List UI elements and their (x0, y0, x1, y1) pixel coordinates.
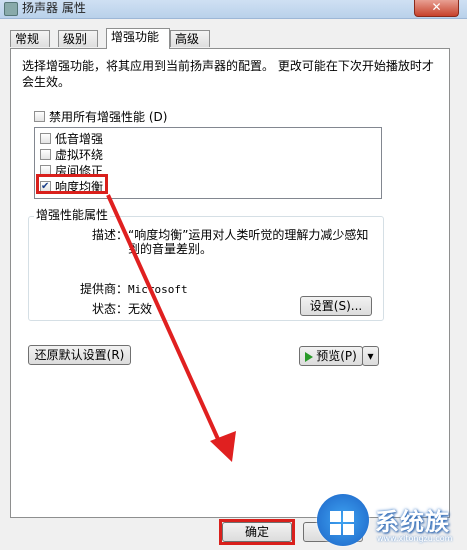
watermark-url: www.xitongzu.com (377, 534, 453, 543)
windows-logo-icon (330, 511, 356, 537)
arrow-head-icon (210, 431, 236, 462)
tab-enhancements[interactable]: 增强功能 (106, 28, 170, 49)
annotation-arrow (106, 194, 236, 462)
watermark-logo: 系统族 www.xitongzu.com (317, 490, 467, 550)
logo-circle (317, 494, 369, 546)
arrow-line (106, 194, 224, 449)
watermark-text: 系统族 (375, 508, 450, 536)
